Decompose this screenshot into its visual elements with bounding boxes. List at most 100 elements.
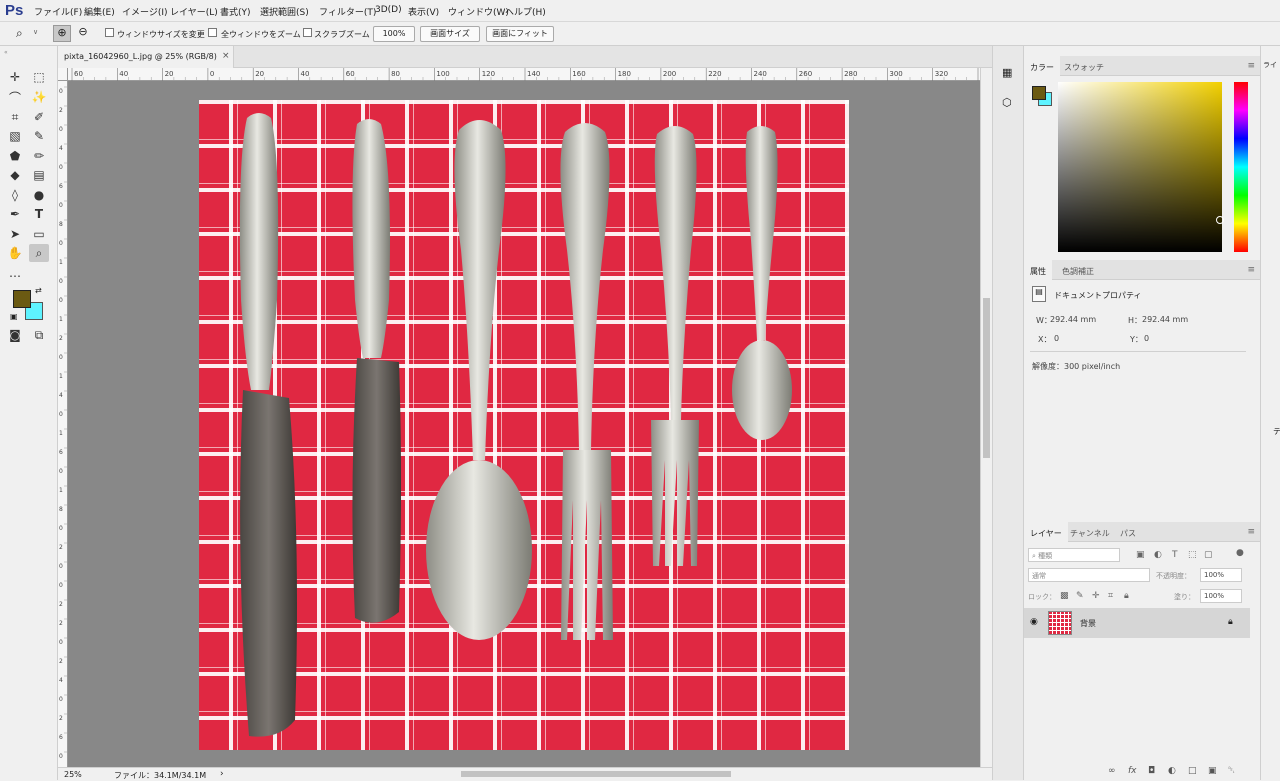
height-value[interactable]: 292.44 mm — [1142, 315, 1188, 324]
vertical-scrollbar[interactable] — [980, 68, 992, 767]
fx-icon[interactable]: fx — [1128, 766, 1137, 776]
lock-position-icon[interactable]: ✛ — [1092, 591, 1100, 601]
blur-tool-icon[interactable]: ◊ — [5, 186, 25, 204]
crop-tool-icon[interactable]: ⌗ — [5, 108, 25, 126]
zoom-out-icon[interactable]: ⊖ — [74, 25, 92, 42]
file-info[interactable]: ファイル：34.1M/34.1M — [114, 770, 206, 781]
document-tab[interactable]: pixta_16042960_L.jpg @ 25% (RGB/8) — [58, 46, 234, 68]
filter-type-icon[interactable]: T — [1172, 550, 1178, 560]
3d-panel-icon[interactable]: ⬡ — [1002, 96, 1012, 109]
menu-view[interactable]: 表示(V) — [408, 5, 439, 18]
fit-screen-button[interactable]: 画面サイズ — [420, 26, 480, 42]
tab-layers[interactable]: レイヤー — [1024, 522, 1068, 542]
adjustment-layer-icon[interactable]: ◐ — [1168, 766, 1176, 776]
hand-tool-icon[interactable]: ✋ — [5, 244, 25, 262]
tab-paths[interactable]: パス — [1114, 522, 1142, 542]
menu-filter[interactable]: フィルター(T) — [319, 5, 376, 18]
magic-wand-tool-icon[interactable]: ✨ — [29, 88, 49, 106]
pen-tool-icon[interactable]: ✒ — [5, 205, 25, 223]
tab-color[interactable]: カラー — [1024, 56, 1060, 76]
filter-adjustment-icon[interactable]: ◐ — [1154, 550, 1162, 560]
healing-brush-tool-icon[interactable]: ▧ — [5, 127, 25, 145]
layer-filter-select[interactable]: ⌕ 種類 — [1028, 548, 1120, 562]
eraser-tool-icon[interactable]: ◆ — [5, 166, 25, 184]
color-picker-cursor[interactable] — [1216, 216, 1224, 224]
clone-stamp-tool-icon[interactable]: ⬟ — [5, 147, 25, 165]
rectangle-tool-icon[interactable]: ▭ — [29, 225, 49, 243]
layer-row[interactable]: ◉ 背景 🔒︎ — [1024, 608, 1250, 638]
zoom-in-icon[interactable]: ⊕ — [53, 25, 71, 42]
filter-pixel-icon[interactable]: ▣ — [1136, 550, 1145, 560]
tab-adjustments[interactable]: 色調補正 — [1056, 260, 1100, 280]
filter-smart-object-icon[interactable]: ▢ — [1204, 550, 1213, 560]
new-layer-icon[interactable]: ▣ — [1208, 766, 1217, 776]
lock-all-icon[interactable]: 🔒︎ — [1124, 591, 1129, 601]
chevron-down-icon[interactable]: ∨ — [33, 28, 38, 36]
resize-windows-checkbox[interactable] — [105, 28, 114, 37]
menu-file[interactable]: ファイル(F) — [34, 5, 82, 18]
history-panel-icon[interactable]: ▦ — [1002, 66, 1012, 79]
path-selection-tool-icon[interactable]: ➤ — [5, 225, 25, 243]
zoom-tool-icon[interactable]: ⌕ — [16, 26, 23, 41]
eye-icon[interactable]: ◉ — [1030, 617, 1038, 627]
panel-menu-icon[interactable]: ≡ — [1247, 265, 1255, 275]
move-tool-icon[interactable]: ✛ — [5, 68, 25, 86]
zoom-tool-icon[interactable]: ⌕ — [29, 244, 49, 262]
menu-edit[interactable]: 編集(E) — [84, 5, 115, 18]
foreground-color-swatch[interactable] — [13, 290, 31, 308]
collapsed-tab[interactable]: ライ — [1263, 60, 1277, 70]
menu-3d[interactable]: 3D(D) — [375, 5, 402, 15]
scrubby-zoom-checkbox[interactable] — [303, 28, 312, 37]
filter-toggle-icon[interactable]: ● — [1236, 548, 1244, 558]
ruler-horizontal[interactable]: 60 40 20 0 20 40 60 80 100 120 140 160 180 200 220 240 2… — [68, 68, 1013, 81]
document-image[interactable] — [199, 100, 849, 750]
panel-menu-icon[interactable]: ≡ — [1247, 527, 1255, 537]
quick-mask-icon[interactable]: ◙ — [5, 326, 25, 344]
canvas-area[interactable] — [68, 81, 980, 767]
menu-image[interactable]: イメージ(I) — [122, 5, 168, 18]
tab-swatches[interactable]: スウォッチ — [1058, 56, 1110, 76]
color-panel-foreground-swatch[interactable] — [1032, 86, 1046, 100]
menu-window[interactable]: ウィンドウ(W) — [448, 5, 509, 18]
eyedropper-tool-icon[interactable]: ✐ — [29, 108, 49, 126]
tab-properties[interactable]: 属性 — [1024, 260, 1052, 280]
trash-icon[interactable]: ␡ — [1228, 766, 1235, 776]
zoom-level[interactable]: 25% — [64, 770, 82, 779]
menu-help[interactable]: ヘルプ(H) — [505, 5, 546, 18]
lasso-tool-icon[interactable]: ⌒ — [5, 88, 25, 106]
horizontal-scroll-thumb[interactable] — [461, 771, 731, 777]
fill-screen-button[interactable]: 画面にフィット — [486, 26, 554, 42]
tab-channels[interactable]: チャンネル — [1064, 522, 1116, 542]
color-picker-field[interactable] — [1058, 82, 1224, 252]
swap-colors-icon[interactable]: ⇄ — [35, 286, 42, 295]
ruler-vertical[interactable]: 0 2 0 4 0 6 0 8 0 1 0 0 1 2 0 1 4 0 1 6 0 1 8 0 2 0 0 2 2 0 2 4 0 2 6 0 — [58, 81, 68, 767]
zoom-all-checkbox[interactable] — [208, 28, 217, 37]
vertical-scroll-thumb[interactable] — [983, 298, 990, 458]
default-colors-icon[interactable]: ▣ — [10, 312, 18, 321]
collapse-icon[interactable]: « — [4, 49, 8, 56]
history-brush-tool-icon[interactable]: ✏ — [29, 147, 49, 165]
fill-input[interactable]: 100% — [1200, 589, 1242, 603]
link-layers-icon[interactable]: ∞ — [1108, 766, 1116, 776]
photoshop-logo[interactable]: Ps — [5, 2, 23, 19]
menu-layer[interactable]: レイヤー(L) — [170, 5, 218, 18]
add-mask-icon[interactable]: ◘ — [1148, 766, 1155, 776]
brush-tool-icon[interactable]: ✎ — [29, 127, 49, 145]
hue-slider[interactable] — [1234, 82, 1248, 252]
dodge-tool-icon[interactable]: ● — [29, 186, 49, 204]
more-tools-icon[interactable]: … — [5, 264, 25, 282]
lock-transparent-icon[interactable]: ▩ — [1060, 591, 1069, 601]
blend-mode-select[interactable]: 通常 — [1028, 568, 1150, 582]
menu-type[interactable]: 書式(Y) — [220, 5, 251, 18]
menu-select[interactable]: 選択範囲(S) — [260, 5, 309, 18]
screen-mode-icon[interactable]: ⧉ — [29, 326, 49, 344]
new-group-icon[interactable]: □ — [1188, 766, 1197, 776]
lock-image-icon[interactable]: ✎ — [1076, 591, 1084, 601]
marquee-tool-icon[interactable]: ⬚ — [29, 68, 49, 86]
y-value[interactable]: 0 — [1144, 334, 1149, 343]
layer-thumbnail[interactable] — [1048, 611, 1072, 635]
ruler-origin[interactable] — [58, 68, 68, 81]
filter-shape-icon[interactable]: ⬚ — [1188, 550, 1197, 560]
x-value[interactable]: 0 — [1054, 334, 1059, 343]
panel-menu-icon[interactable]: ≡ — [1247, 61, 1255, 71]
